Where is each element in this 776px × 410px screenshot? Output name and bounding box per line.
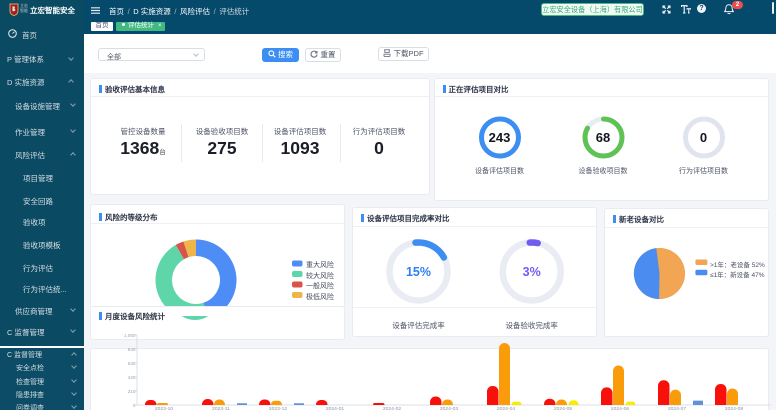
svg-text:2023-10: 2023-10 (155, 406, 173, 410)
svg-text:2024-01: 2024-01 (326, 406, 344, 410)
svg-text:420: 420 (128, 375, 136, 380)
svg-text:1,050: 1,050 (124, 333, 136, 338)
svg-text:2024-02: 2024-02 (383, 406, 401, 410)
svg-text:2024-08: 2024-08 (725, 406, 743, 410)
svg-text:210: 210 (128, 389, 136, 394)
svg-text:630: 630 (128, 361, 136, 366)
svg-text:2024-03: 2024-03 (440, 406, 458, 410)
svg-text:840: 840 (128, 347, 136, 352)
svg-text:2024-05: 2024-05 (554, 406, 572, 410)
svg-text:2024-07: 2024-07 (668, 406, 686, 410)
svg-text:2023-11: 2023-11 (212, 406, 230, 410)
svg-text:2024-06: 2024-06 (611, 406, 629, 410)
svg-text:2024-04: 2024-04 (497, 406, 515, 410)
svg-text:2023-12: 2023-12 (269, 406, 287, 410)
